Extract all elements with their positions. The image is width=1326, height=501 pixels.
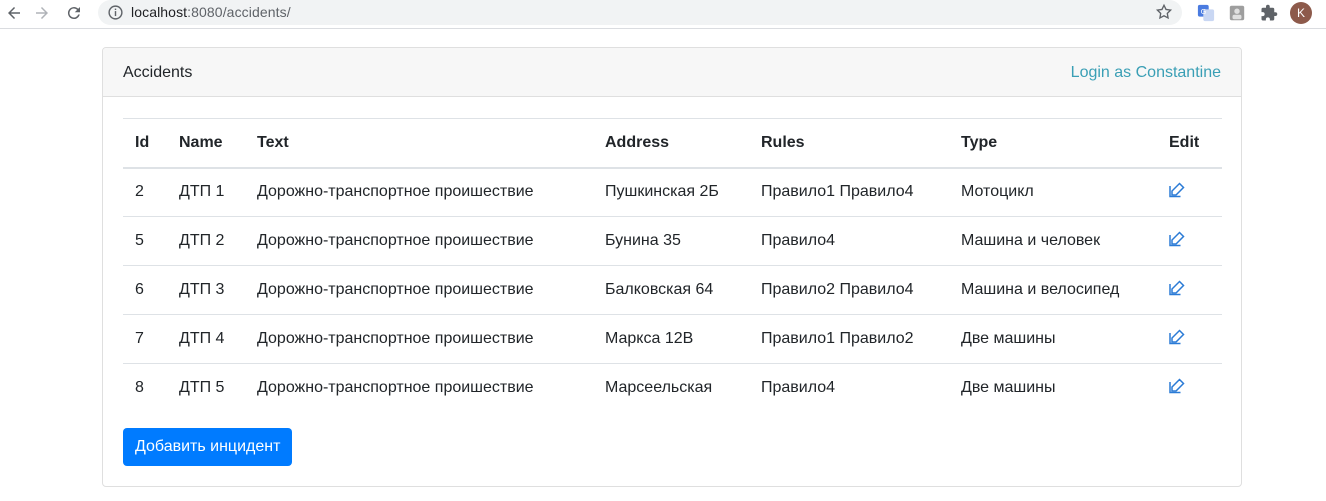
cell-edit <box>1157 314 1222 364</box>
cell-edit <box>1157 265 1222 315</box>
cell-text: Дорожно-транспортное проишествие <box>245 314 593 364</box>
cell-text: Дорожно-транспортное проишествие <box>245 265 593 315</box>
table-row: 6 ДТП 3 Дорожно-транспортное проишествие Ба… <box>123 265 1222 315</box>
column-header-text: Text <box>257 133 289 151</box>
cell-id: 6 <box>123 265 167 315</box>
edit-icon[interactable] <box>1169 328 1185 345</box>
cell-name: ДТП 1 <box>167 167 245 217</box>
column-header-name: Name <box>179 133 223 151</box>
cell-type: Машина и человек <box>949 216 1157 266</box>
column-header-id: Id <box>135 133 150 151</box>
url-host: localhost <box>131 4 188 20</box>
cell-address: Маркса 12В <box>593 314 749 364</box>
cell-address: Марсеельская <box>605 379 713 397</box>
accidents-card: Accidents Login as Constantine Id Name T… <box>102 47 1242 487</box>
extensions-puzzle-icon[interactable] <box>1259 3 1279 23</box>
cell-text: Дорожно-транспортное проишествие <box>245 216 593 266</box>
url-path: :8080/accidents/ <box>187 4 291 20</box>
column-header-rules: Rules <box>761 133 805 151</box>
column-header-edit: Edit <box>1169 133 1200 151</box>
avatar-letter: K <box>1296 6 1305 20</box>
cell-text: Дорожно-транспортное проишествие <box>257 379 534 397</box>
table-row: 5 ДТП 2 Дорожно-транспортное проишествие Бу… <box>123 216 1222 266</box>
cell-id: 8 <box>135 379 144 397</box>
add-incident-button[interactable]: Добавить инцидент <box>123 428 293 466</box>
table-row: 8 ДТП 5 Дорожно-транспортное проишествие Ма… <box>123 364 1222 413</box>
column-header-type: Type <box>961 133 998 151</box>
cell-id: 5 <box>123 216 167 266</box>
edit-icon[interactable] <box>1169 378 1185 394</box>
url-text[interactable]: localhost:8080/accidents/ <box>131 4 291 20</box>
page-title: Accidents <box>123 64 193 81</box>
cell-rules: Правило1 Правило2 <box>749 314 949 364</box>
cell-rules: Правило4 <box>749 216 949 266</box>
table-row: 2 ДТП 1 Дорожно-транспортное проишествие Пу… <box>123 167 1222 217</box>
table-header: Id Name Text Address Rules Type Edit <box>123 118 1222 168</box>
cell-type: Две машины <box>961 379 1056 397</box>
bookmark-star-icon[interactable] <box>1155 3 1173 21</box>
cell-rules: Правило1 Правило4 <box>749 167 949 217</box>
info-icon[interactable] <box>107 4 124 21</box>
cell-id: 7 <box>123 314 167 364</box>
browser-toolbar: localhost:8080/accidents/ G K <box>0 0 1326 29</box>
login-link[interactable]: Login as Constantine <box>1071 64 1221 82</box>
table-row: 7 ДТП 4 Дорожно-транспортное проишествие Ма… <box>123 314 1222 364</box>
address-bar[interactable]: localhost:8080/accidents/ <box>98 0 1182 25</box>
forward-arrow-icon[interactable] <box>30 2 54 24</box>
accidents-table: Id Name Text Address Rules Type Edit 2 ДТ… <box>123 118 1222 413</box>
cell-address: Балковская 64 <box>593 265 749 315</box>
back-arrow-icon[interactable] <box>2 2 26 24</box>
card-header: Accidents Login as Constantine <box>103 48 1241 97</box>
profile-avatar[interactable]: K <box>1290 2 1312 24</box>
cell-address: Пушкинская 2Б <box>593 167 749 217</box>
cell-id: 2 <box>123 167 167 217</box>
cell-type: Мотоцикл <box>949 167 1157 217</box>
cell-name: ДТП 5 <box>179 379 225 397</box>
cell-rules: Правило4 <box>761 379 836 397</box>
profile-extension-icon[interactable] <box>1227 3 1247 23</box>
cell-name: ДТП 3 <box>167 265 245 315</box>
cell-edit <box>1157 167 1222 217</box>
edit-icon[interactable] <box>1169 279 1185 296</box>
cell-rules: Правило2 Правило4 <box>749 265 949 315</box>
cell-name: ДТП 2 <box>167 216 245 266</box>
cell-address: Бунина 35 <box>593 216 749 266</box>
translate-extension-icon[interactable]: G <box>1196 3 1216 23</box>
edit-icon[interactable] <box>1169 182 1185 198</box>
reload-icon[interactable] <box>62 2 86 24</box>
svg-text:G: G <box>1201 7 1207 16</box>
cell-edit <box>1157 364 1222 413</box>
cell-type: Машина и велосипед <box>949 265 1157 315</box>
cell-text: Дорожно-транспортное проишествие <box>245 167 593 217</box>
edit-icon[interactable] <box>1169 230 1185 247</box>
cell-type: Две машины <box>949 314 1157 364</box>
column-header-address: Address <box>605 133 670 151</box>
cell-name: ДТП 4 <box>167 314 245 364</box>
cell-edit <box>1157 216 1222 266</box>
